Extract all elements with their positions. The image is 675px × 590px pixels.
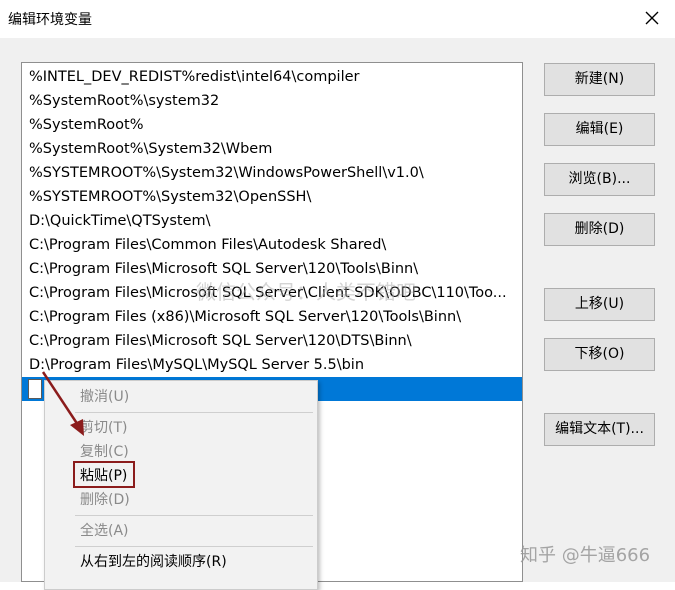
menu-rtl-reading[interactable]: 从右到左的阅读顺序(R) [45, 550, 317, 574]
path-item[interactable]: %SystemRoot% [22, 113, 522, 137]
paste-highlight-box [73, 461, 135, 488]
edit-text-button[interactable]: 编辑文本(T)... [544, 413, 655, 446]
title-bar: 编辑环境变量 [0, 0, 675, 38]
path-item[interactable]: D:\Program Files\MySQL\MySQL Server 5.5\… [22, 353, 522, 377]
menu-cut[interactable]: 剪切(T) [45, 416, 317, 440]
menu-separator [75, 412, 313, 413]
path-item[interactable]: %SystemRoot%\System32\Wbem [22, 137, 522, 161]
path-item[interactable]: %INTEL_DEV_REDIST%redist\intel64\compile… [22, 65, 522, 89]
menu-select-all[interactable]: 全选(A) [45, 519, 317, 543]
watermark-wechat: 微信公众号：人类不错吧 [196, 280, 416, 304]
menu-delete[interactable]: 删除(D) [45, 488, 317, 512]
menu-separator [75, 515, 313, 516]
move-up-button[interactable]: 上移(U) [544, 288, 655, 321]
menu-undo[interactable]: 撤消(U) [45, 385, 317, 409]
window-title: 编辑环境变量 [8, 12, 92, 28]
path-item[interactable]: %SYSTEMROOT%\System32\OpenSSH\ [22, 185, 522, 209]
watermark-zhihu: 知乎 @牛逼666 [520, 545, 651, 566]
path-item[interactable]: %SystemRoot%\system32 [22, 89, 522, 113]
path-item[interactable]: D:\QuickTime\QTSystem\ [22, 209, 522, 233]
move-down-button[interactable]: 下移(O) [544, 338, 655, 371]
delete-button[interactable]: 删除(D) [544, 213, 655, 246]
menu-separator [75, 546, 313, 547]
path-item[interactable]: C:\Program Files\Microsoft SQL Server\12… [22, 329, 522, 353]
close-icon[interactable] [638, 4, 666, 32]
path-item[interactable]: C:\Program Files\Common Files\Autodesk S… [22, 233, 522, 257]
edit-button[interactable]: 编辑(E) [544, 113, 655, 146]
path-item[interactable]: %SYSTEMROOT%\System32\WindowsPowerShell\… [22, 161, 522, 185]
new-button[interactable]: 新建(N) [544, 63, 655, 96]
new-path-input[interactable] [28, 379, 42, 399]
browse-button[interactable]: 浏览(B)... [544, 163, 655, 196]
path-item[interactable]: C:\Program Files (x86)\Microsoft SQL Ser… [22, 305, 522, 329]
